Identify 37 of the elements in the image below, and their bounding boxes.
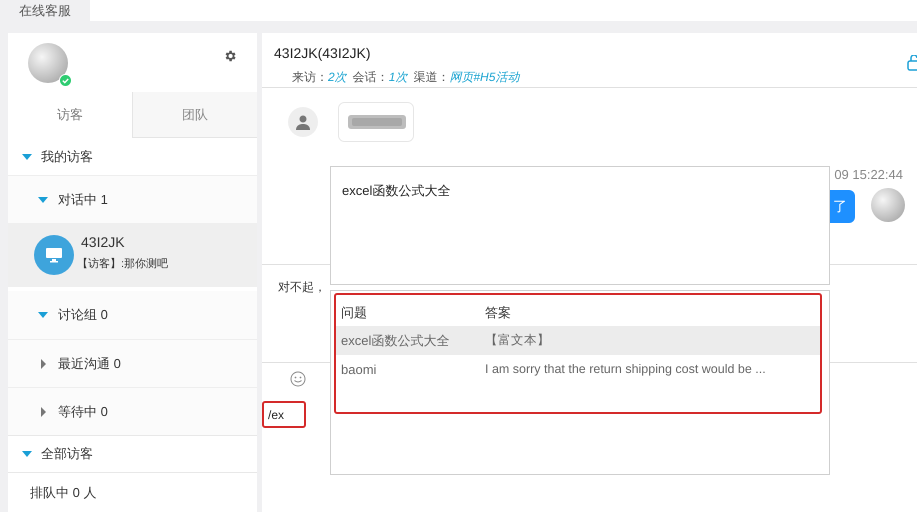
stat-value: 网页#H5活动 — [449, 69, 520, 86]
stat-label: 渠道： — [413, 69, 450, 86]
message-text: 对不起， — [278, 280, 326, 294]
caret-icon[interactable] — [38, 310, 48, 320]
user-icon — [288, 107, 318, 137]
emoji-icon[interactable] — [290, 371, 306, 387]
preview-text: excel函数公式大全 — [342, 183, 450, 198]
group-label[interactable]: 讨论组 0 — [58, 305, 108, 325]
avatar-icon — [871, 188, 905, 222]
avatar-icon — [28, 43, 68, 83]
caret-icon[interactable] — [22, 152, 32, 162]
column-header: 答案 — [485, 304, 511, 322]
caret-icon[interactable] — [22, 449, 32, 459]
visitor-item[interactable]: 43I2JK 【访客】:那你测吧 — [8, 223, 257, 287]
stat-value: 1次 — [388, 69, 408, 86]
group-label[interactable]: 最近沟通 0 — [58, 354, 121, 374]
stat-label: 会话： — [352, 69, 389, 86]
column-header: 问题 — [340, 304, 368, 322]
lock-icon[interactable] — [907, 55, 917, 71]
monitor-icon — [34, 235, 74, 275]
stat-label: 来访： — [292, 69, 328, 86]
queue-count: 排队中 0 人 — [30, 484, 96, 502]
suggestion-row[interactable]: excel函数公式大全 【富文本】 — [336, 326, 820, 355]
caret-icon[interactable] — [38, 358, 48, 368]
stat-value: 2次 — [328, 69, 347, 86]
caret-icon[interactable] — [38, 194, 48, 204]
chat-title: 43I2JK(43I2JK) — [274, 44, 372, 63]
visitor-name: 43I2JK — [81, 232, 126, 252]
group-label[interactable]: 我的访客 — [41, 146, 93, 166]
message-time: 09 15:22:44 — [834, 166, 903, 184]
group-label[interactable]: 对话中 1 — [58, 190, 108, 210]
group-label[interactable]: 等待中 0 — [58, 402, 108, 422]
settings-icon[interactable] — [223, 49, 237, 63]
caret-icon[interactable] — [38, 406, 48, 416]
last-message: 【访客】:那你测吧 — [77, 256, 168, 272]
group-label[interactable]: 全部访客 — [41, 444, 93, 464]
message-input[interactable]: /ex — [262, 401, 306, 428]
